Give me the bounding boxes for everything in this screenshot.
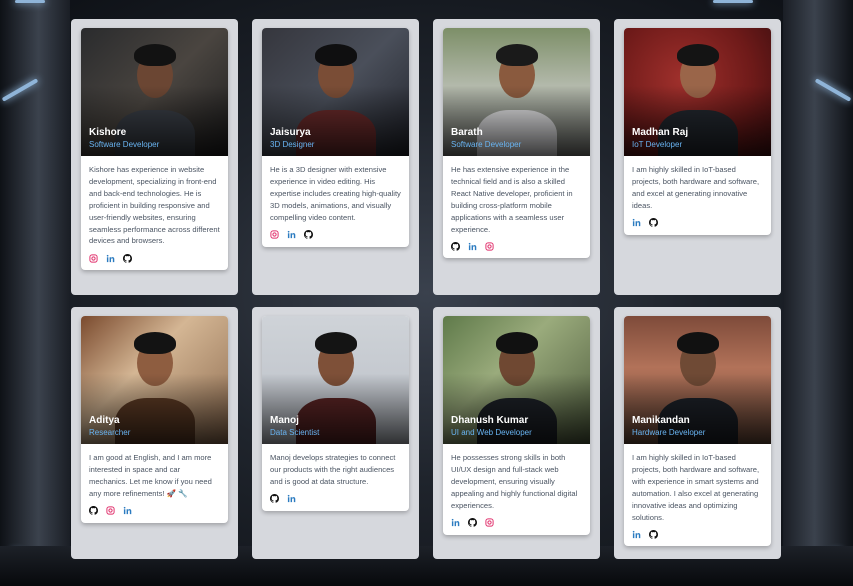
social-links bbox=[81, 247, 228, 270]
linkedin-icon[interactable] bbox=[287, 494, 296, 503]
member-photo: Kishore Software Developer bbox=[81, 28, 228, 156]
team-column: Jaisurya 3D Designer He is a 3D designer… bbox=[252, 19, 419, 295]
github-icon[interactable] bbox=[649, 218, 658, 227]
social-links bbox=[262, 488, 409, 511]
member-role: 3D Designer bbox=[270, 140, 315, 149]
member-name: Manoj bbox=[270, 415, 299, 426]
team-column: Manoj Data Scientist Manoj develops stra… bbox=[252, 307, 419, 559]
member-bio: I am good at English, and I am more inte… bbox=[89, 453, 212, 498]
light-stripe bbox=[15, 0, 45, 3]
social-links bbox=[624, 212, 771, 235]
linkedin-icon[interactable] bbox=[632, 530, 641, 539]
member-name: Dhanush Kumar bbox=[451, 415, 529, 426]
member-photo: Barath Software Developer bbox=[443, 28, 590, 156]
team-member-card[interactable]: Jaisurya 3D Designer He is a 3D designer… bbox=[262, 28, 409, 247]
right-wall-panel bbox=[783, 0, 853, 586]
team-member-card[interactable]: Dhanush Kumar UI and Web Developer He po… bbox=[443, 316, 590, 535]
member-bio: Kishore has experience in website develo… bbox=[89, 165, 220, 246]
social-links bbox=[443, 235, 590, 258]
social-links bbox=[262, 224, 409, 247]
member-role: Researcher bbox=[89, 428, 131, 437]
member-bio: He has extensive experience in the techn… bbox=[451, 165, 573, 234]
linkedin-icon[interactable] bbox=[123, 506, 132, 515]
instagram-icon[interactable] bbox=[106, 506, 115, 515]
github-icon[interactable] bbox=[468, 518, 477, 527]
team-member-card[interactable]: Manoj Data Scientist Manoj develops stra… bbox=[262, 316, 409, 511]
member-name: Aditya bbox=[89, 415, 120, 426]
member-photo: Manoj Data Scientist bbox=[262, 316, 409, 444]
team-member-card[interactable]: Barath Software Developer He has extensi… bbox=[443, 28, 590, 259]
team-column: Dhanush Kumar UI and Web Developer He po… bbox=[433, 307, 600, 559]
team-grid: Kishore Software Developer Kishore has e… bbox=[71, 19, 781, 559]
social-links bbox=[443, 512, 590, 535]
member-role: Software Developer bbox=[89, 140, 160, 149]
github-icon[interactable] bbox=[89, 506, 98, 515]
team-member-card[interactable]: Madhan Raj IoT Developer I am highly ski… bbox=[624, 28, 771, 235]
github-icon[interactable] bbox=[451, 241, 460, 251]
instagram-icon[interactable] bbox=[485, 518, 494, 527]
instagram-icon[interactable] bbox=[485, 242, 494, 251]
member-name: Jaisurya bbox=[270, 127, 311, 138]
team-column: Aditya Researcher I am good at English, … bbox=[71, 307, 238, 559]
team-column: Madhan Raj IoT Developer I am highly ski… bbox=[614, 19, 781, 295]
github-icon[interactable] bbox=[123, 253, 132, 263]
team-member-card[interactable]: Kishore Software Developer Kishore has e… bbox=[81, 28, 228, 271]
instagram-icon[interactable] bbox=[270, 230, 279, 239]
member-bio: He is a 3D designer with extensive exper… bbox=[270, 165, 401, 222]
team-column: Kishore Software Developer Kishore has e… bbox=[71, 19, 238, 295]
member-role: Software Developer bbox=[451, 140, 522, 149]
member-photo: Jaisurya 3D Designer bbox=[262, 28, 409, 156]
member-name: Barath bbox=[451, 127, 483, 138]
member-photo: Madhan Raj IoT Developer bbox=[624, 28, 771, 156]
member-name: Kishore bbox=[89, 127, 127, 138]
social-links bbox=[81, 500, 228, 523]
member-bio: I am highly skilled in IoT-based project… bbox=[632, 453, 760, 522]
github-icon[interactable] bbox=[304, 230, 313, 239]
member-photo: Manikandan Hardware Developer bbox=[624, 316, 771, 444]
member-photo: Dhanush Kumar UI and Web Developer bbox=[443, 316, 590, 444]
member-bio: I am highly skilled in IoT-based project… bbox=[632, 165, 760, 210]
member-name: Manikandan bbox=[632, 415, 690, 426]
linkedin-icon[interactable] bbox=[468, 242, 477, 251]
member-role: UI and Web Developer bbox=[451, 428, 532, 437]
team-column: Barath Software Developer He has extensi… bbox=[433, 19, 600, 295]
member-bio: He possesses strong skills in both UI/UX… bbox=[451, 453, 578, 510]
instagram-icon[interactable] bbox=[89, 254, 98, 263]
linkedin-icon[interactable] bbox=[632, 218, 641, 227]
github-icon[interactable] bbox=[270, 494, 279, 503]
member-role: IoT Developer bbox=[632, 140, 683, 149]
member-photo: Aditya Researcher bbox=[81, 316, 228, 444]
left-wall-panel bbox=[0, 0, 70, 586]
light-stripe bbox=[713, 0, 753, 3]
team-member-card[interactable]: Aditya Researcher I am good at English, … bbox=[81, 316, 228, 523]
member-name: Madhan Raj bbox=[632, 127, 689, 138]
team-column: Manikandan Hardware Developer I am highl… bbox=[614, 307, 781, 559]
social-links bbox=[624, 523, 771, 546]
linkedin-icon[interactable] bbox=[106, 254, 115, 263]
member-role: Data Scientist bbox=[270, 428, 320, 437]
github-icon[interactable] bbox=[649, 529, 658, 539]
member-bio: Manoj develops strategies to connect our… bbox=[270, 453, 396, 486]
linkedin-icon[interactable] bbox=[451, 518, 460, 527]
linkedin-icon[interactable] bbox=[287, 230, 296, 239]
team-member-card[interactable]: Manikandan Hardware Developer I am highl… bbox=[624, 316, 771, 547]
member-role: Hardware Developer bbox=[632, 428, 706, 437]
